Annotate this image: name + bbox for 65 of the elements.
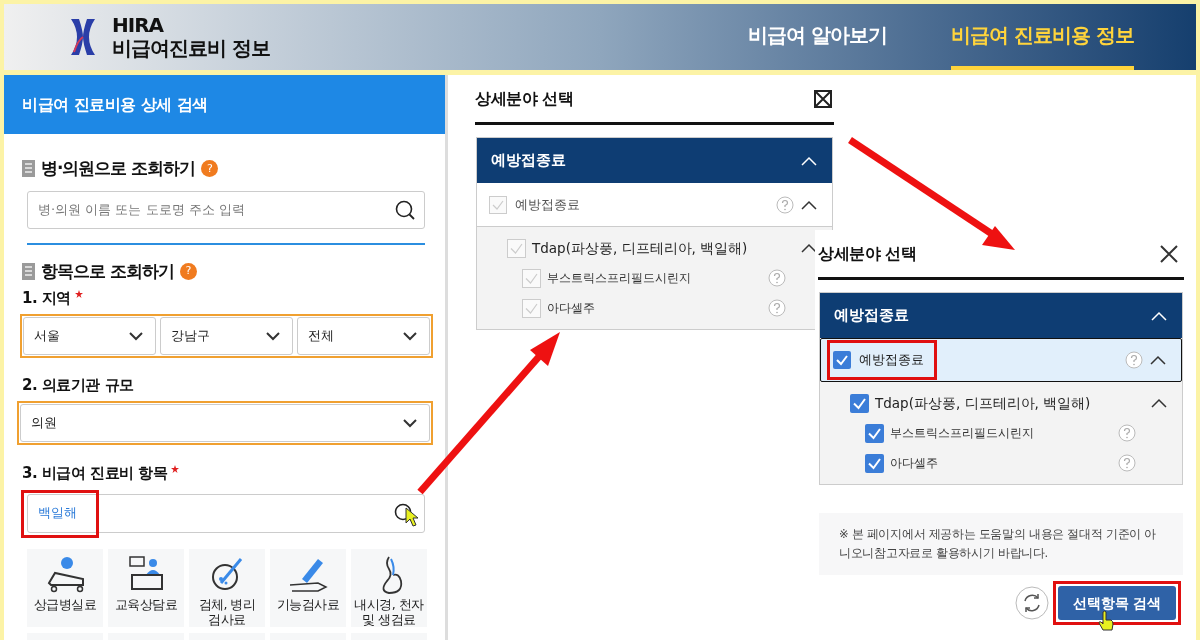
checkbox[interactable]	[507, 238, 526, 258]
dropdown[interactable]: 전체	[297, 316, 430, 355]
checkbox[interactable]	[850, 393, 869, 413]
selected-item-chip[interactable]: 백일해	[38, 503, 77, 523]
nav-tab[interactable]: 비급여 진료비용 정보	[951, 4, 1134, 70]
dropdown[interactable]: 서울	[23, 316, 156, 355]
bed-icon	[45, 554, 85, 595]
logo-icon	[68, 16, 98, 58]
caret-up-icon[interactable]	[1150, 396, 1168, 410]
category-tile[interactable]: 검체, 병리 검사료	[189, 548, 265, 627]
checkbox[interactable]	[833, 351, 851, 369]
help-icon[interactable]	[768, 299, 786, 317]
help-icon[interactable]	[1118, 454, 1136, 472]
dropdown[interactable]: 강남구	[160, 316, 293, 355]
section-heading: 항목으로 조회하기	[41, 259, 174, 283]
group-header[interactable]: 예방접종료	[820, 293, 1182, 338]
field-label: 2. 의료기관 규모	[22, 374, 134, 396]
dialog-title: 상세분야 선택	[475, 87, 574, 110]
tree-label: 아다셀주	[547, 300, 595, 317]
search-field[interactable]: 병·의원 이름 또는 도로명 주소 입력	[27, 190, 425, 229]
tree-label: Tdap(파상풍, 디프테리아, 백일해)	[875, 393, 1091, 413]
tree-label: 부스트릭스프리필드시린지	[547, 270, 691, 287]
logo-text: 비급여진료비 정보	[112, 37, 270, 60]
refresh-icon[interactable]	[1015, 586, 1049, 620]
search-icon[interactable]	[395, 199, 415, 220]
category-tile[interactable]: 상급병실료	[27, 548, 103, 627]
dropdown[interactable]: 의원	[20, 404, 430, 442]
nav-tab[interactable]: 비급여 알아보기	[748, 4, 888, 70]
tree-label: 예방접종료	[515, 195, 580, 214]
field-label: 1. 지역	[22, 288, 71, 309]
checkbox[interactable]	[865, 423, 884, 443]
logo-text: HIRA	[112, 14, 165, 37]
checkbox[interactable]	[865, 453, 884, 473]
caret-up-icon[interactable]	[1149, 353, 1167, 367]
help-icon[interactable]	[776, 195, 794, 214]
close-icon[interactable]	[1160, 244, 1178, 263]
field-label: 3. 비급여 진료비 항목	[22, 463, 168, 484]
search-button[interactable]: 선택항목 검색	[1058, 586, 1176, 620]
close-icon[interactable]	[814, 89, 832, 108]
chevron-down-icon	[401, 416, 419, 430]
help-icon[interactable]	[768, 269, 786, 287]
dialog-title: 상세분야 선택	[818, 242, 917, 265]
search-field[interactable]: 백일해	[27, 493, 425, 533]
help-icon[interactable]	[1125, 351, 1143, 369]
panel-title: 비급여 진료비용 상세 검색	[4, 75, 445, 134]
tree-label: Tdap(파상풍, 디프테리아, 백일해)	[532, 238, 748, 258]
checkbox[interactable]	[522, 268, 541, 288]
pointer-cursor-icon	[405, 506, 419, 527]
tree-label: 부스트릭스프리필드시린지	[890, 425, 1034, 442]
category-tile[interactable]: 내시경, 천자 및 생검료	[351, 548, 427, 627]
tree-label: 아다셀주	[890, 455, 938, 472]
section-heading: 병·의원으로 조회하기	[41, 157, 196, 180]
list-icon	[22, 262, 35, 280]
checkbox[interactable]	[489, 195, 507, 214]
group-header[interactable]: 예방접종료	[477, 138, 832, 183]
building-icon	[22, 160, 35, 178]
tree-row[interactable]: 예방접종료	[820, 338, 1182, 382]
checkbox[interactable]	[522, 298, 541, 318]
caret-up-icon[interactable]	[800, 241, 818, 255]
tree-label: 예방접종료	[859, 351, 924, 370]
category-tile[interactable]: 교육상담료	[108, 548, 184, 627]
help-icon[interactable]	[1118, 424, 1136, 442]
hand-cursor-icon	[1098, 610, 1114, 632]
category-tile[interactable]: 기능검사료	[270, 548, 346, 627]
notice-text: ※ 본 페이지에서 제공하는 도움말의 내용은 절대적 기준이 아니오니참고자료로 활용하시기 바랍니다.	[819, 513, 1183, 575]
